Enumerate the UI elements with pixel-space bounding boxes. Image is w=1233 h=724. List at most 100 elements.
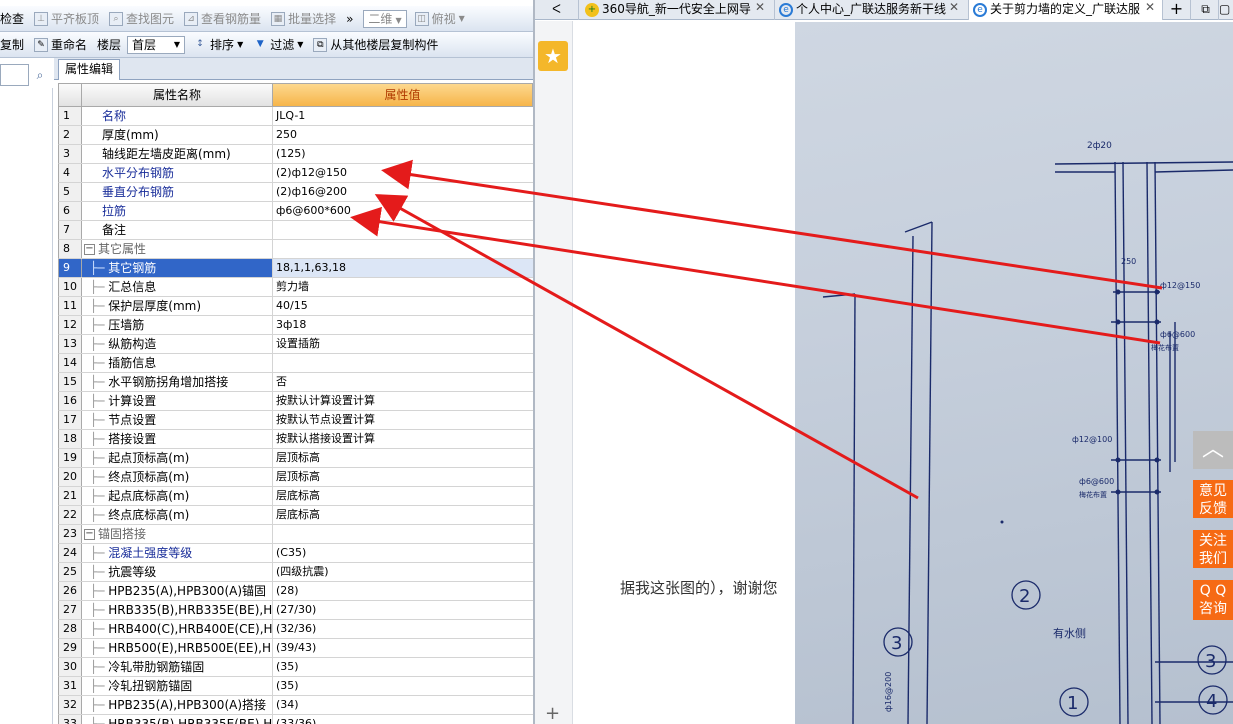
table-row[interactable]: 12 ├─ 压墙筋 3ф18 bbox=[58, 316, 533, 335]
add-icon[interactable]: + bbox=[545, 703, 560, 724]
browser-tab-personal[interactable]: e 个人中心_广联达服务新干线 bbox=[775, 0, 969, 20]
table-row[interactable]: 29├─ HRB500(E),HRB500E(EE),HRBF(39/43) bbox=[58, 639, 533, 658]
close-icon[interactable]: ✕ bbox=[753, 0, 767, 14]
property-value-cell[interactable]: 层底标高 bbox=[273, 506, 533, 524]
close-icon[interactable]: ✕ bbox=[947, 0, 961, 14]
property-value-cell[interactable]: (125) bbox=[273, 145, 533, 163]
table-row[interactable]: 19 ├─ 起点顶标高(m) 层顶标高 bbox=[58, 449, 533, 468]
property-name-cell[interactable]: ├─ 纵筋构造 bbox=[82, 335, 273, 353]
property-name-cell[interactable]: ├─ 节点设置 bbox=[82, 411, 273, 429]
table-row[interactable]: 15 ├─ 水平钢筋拐角增加搭接否 bbox=[58, 373, 533, 392]
property-value-cell[interactable] bbox=[273, 354, 533, 372]
property-name-cell[interactable]: ├─ HRB500(E),HRB500E(EE),HRBF bbox=[82, 639, 273, 657]
property-name-cell[interactable]: − 其它属性 bbox=[82, 240, 273, 258]
property-name-cell[interactable]: ├─ 起点底标高(m) bbox=[82, 487, 273, 505]
table-row[interactable]: 18 ├─ 搭接设置 按默认搭接设置计算 bbox=[58, 430, 533, 449]
table-row[interactable]: 4 水平分布钢筋 (2)ф12@150 bbox=[58, 164, 533, 183]
align-slab-top-button[interactable]: ⊥ 平齐板顶 bbox=[34, 10, 99, 27]
property-name-cell[interactable]: 轴线距左墙皮距离(mm) bbox=[82, 145, 273, 163]
table-row[interactable]: 21 ├─ 起点底标高(m) 层底标高 bbox=[58, 487, 533, 506]
property-value-cell[interactable]: 250 bbox=[273, 126, 533, 144]
property-name-cell[interactable]: ├─ 冷轧带肋钢筋锚固 bbox=[82, 658, 273, 676]
table-row[interactable]: 14 ├─ 插筋信息 bbox=[58, 354, 533, 373]
property-name-cell[interactable]: ├─ 搭接设置 bbox=[82, 430, 273, 448]
property-name-cell[interactable]: ├─ HPB235(A),HPB300(A)锚固 bbox=[82, 582, 273, 600]
property-value-cell[interactable] bbox=[273, 240, 533, 258]
property-name-cell[interactable]: ├─ HPB235(A),HPB300(A)搭接 bbox=[82, 696, 273, 714]
browser-tab-active[interactable]: e 关于剪力墙的定义_广联达服 bbox=[969, 0, 1163, 20]
property-value-cell[interactable]: (2)ф16@200 bbox=[273, 183, 533, 201]
property-name-cell[interactable]: ├─ 抗震等级 bbox=[82, 563, 273, 581]
property-value-cell[interactable]: 3ф18 bbox=[273, 316, 533, 334]
property-value-cell[interactable]: 层顶标高 bbox=[273, 449, 533, 467]
property-value-cell[interactable] bbox=[273, 525, 533, 543]
property-value-cell[interactable]: (35) bbox=[273, 658, 533, 676]
filter-button[interactable]: ▼ 过滤 ▼ bbox=[253, 36, 304, 53]
property-value-cell[interactable]: 设置插筋 bbox=[273, 335, 533, 353]
table-row[interactable]: 26 ├─ HPB235(A),HPB300(A)锚固 (28) bbox=[58, 582, 533, 601]
property-value-cell[interactable] bbox=[273, 221, 533, 239]
batch-select-button[interactable]: ▦ 批量选择 bbox=[271, 10, 336, 27]
property-name-cell[interactable]: ├─ HRB400(C),HRB400E(CE),HRBF bbox=[82, 620, 273, 638]
table-row[interactable]: 3 轴线距左墙皮距离(mm) (125) bbox=[58, 145, 533, 164]
tab-property-edit[interactable]: 属性编辑 bbox=[58, 59, 121, 80]
property-name-cell[interactable]: ├─ 混凝土强度等级 bbox=[82, 544, 273, 562]
floor-select[interactable]: 首层 ▼ bbox=[127, 35, 186, 54]
table-row[interactable]: 30 ├─ 冷轧带肋钢筋锚固 (35) bbox=[58, 658, 533, 677]
property-name-cell[interactable]: ├─ 其它钢筋 bbox=[82, 259, 273, 277]
table-row[interactable]: 28├─ HRB400(C),HRB400E(CE),HRBF(32/36) bbox=[58, 620, 533, 639]
restore-icon[interactable]: ⧉ bbox=[1193, 0, 1219, 20]
column-header-name[interactable]: 属性名称 bbox=[82, 84, 273, 106]
table-row[interactable]: 7 备注 bbox=[58, 221, 533, 240]
property-value-cell[interactable]: 按默认搭接设置计算 bbox=[273, 430, 533, 448]
property-name-cell[interactable]: 备注 bbox=[82, 221, 273, 239]
table-row[interactable]: 32 ├─ HPB235(A),HPB300(A)搭接 (34) bbox=[58, 696, 533, 715]
property-value-cell[interactable]: 40/15 bbox=[273, 297, 533, 315]
property-name-cell[interactable]: ├─ 保护层厚度(mm) bbox=[82, 297, 273, 315]
property-value-cell[interactable]: JLQ-1 bbox=[273, 107, 533, 125]
property-value-cell[interactable]: 18,1,1,63,18 bbox=[273, 259, 533, 277]
property-value-cell[interactable]: 按默认节点设置计算 bbox=[273, 411, 533, 429]
follow-button[interactable]: 关注 我们 bbox=[1193, 530, 1233, 568]
property-name-cell[interactable]: ├─ 冷轧扭钢筋锚固 bbox=[82, 677, 273, 695]
feedback-button[interactable]: 意见 反馈 bbox=[1193, 480, 1233, 518]
table-row[interactable]: 27├─ HRB335(B),HRB335E(BE),HRBF(27/30) bbox=[58, 601, 533, 620]
table-row[interactable]: 6 拉筋 ф6@600*600 bbox=[58, 202, 533, 221]
table-row[interactable]: 31 ├─ 冷轧扭钢筋锚固 (35) bbox=[58, 677, 533, 696]
back-button[interactable]: ᐸ bbox=[535, 0, 579, 20]
property-name-cell[interactable]: 水平分布钢筋 bbox=[82, 164, 273, 182]
property-value-cell[interactable]: 按默认计算设置计算 bbox=[273, 392, 533, 410]
property-value-cell[interactable]: (2)ф12@150 bbox=[273, 164, 533, 182]
copy-from-floor-button[interactable]: ⧉ 从其他楼层复制构件 bbox=[313, 36, 438, 53]
table-row[interactable]: 25 ├─ 抗震等级 (四级抗震) bbox=[58, 563, 533, 582]
back-to-top-button[interactable]: ︿ bbox=[1193, 431, 1233, 469]
table-row[interactable]: 2 厚度(mm) 250 bbox=[58, 126, 533, 145]
property-name-cell[interactable]: 厚度(mm) bbox=[82, 126, 273, 144]
window-icon[interactable]: ▢ bbox=[1219, 0, 1233, 20]
property-value-cell[interactable]: (34) bbox=[273, 696, 533, 714]
property-value-cell[interactable]: (四级抗震) bbox=[273, 563, 533, 581]
property-name-cell[interactable]: − 锚固搭接 bbox=[82, 525, 273, 543]
browser-tab-360[interactable]: +360导航_新一代安全上网导 bbox=[581, 0, 775, 20]
property-name-cell[interactable]: 拉筋 bbox=[82, 202, 273, 220]
view-mode-button[interactable]: ◫ 俯视 ▼ bbox=[414, 10, 465, 27]
property-value-cell[interactable]: (27/30) bbox=[273, 601, 533, 619]
property-value-cell[interactable]: 否 bbox=[273, 373, 533, 391]
property-name-cell[interactable]: ├─ 插筋信息 bbox=[82, 354, 273, 372]
new-tab-button[interactable]: + bbox=[1163, 0, 1191, 20]
property-name-cell[interactable]: ├─ 计算设置 bbox=[82, 392, 273, 410]
check-button[interactable]: 检查 bbox=[0, 10, 24, 27]
property-value-cell[interactable]: (35) bbox=[273, 677, 533, 695]
table-row[interactable]: 8− 其它属性 bbox=[58, 240, 533, 259]
collapse-icon[interactable]: − bbox=[84, 529, 95, 540]
table-row[interactable]: 20 ├─ 终点顶标高(m) 层顶标高 bbox=[58, 468, 533, 487]
table-row[interactable]: 16 ├─ 计算设置 按默认计算设置计算 bbox=[58, 392, 533, 411]
property-name-cell[interactable]: 名称 bbox=[82, 107, 273, 125]
property-value-cell[interactable]: ф6@600*600 bbox=[273, 202, 533, 220]
table-row[interactable]: 13 ├─ 纵筋构造 设置插筋 bbox=[58, 335, 533, 354]
table-row[interactable]: 1 名称 JLQ-1 bbox=[58, 107, 533, 126]
copy-button[interactable]: 复制 bbox=[0, 36, 24, 53]
search-icon[interactable]: ⌕ bbox=[30, 64, 50, 86]
property-name-cell[interactable]: ├─ 终点顶标高(m) bbox=[82, 468, 273, 486]
table-row[interactable]: 5 垂直分布钢筋 (2)ф16@200 bbox=[58, 183, 533, 202]
